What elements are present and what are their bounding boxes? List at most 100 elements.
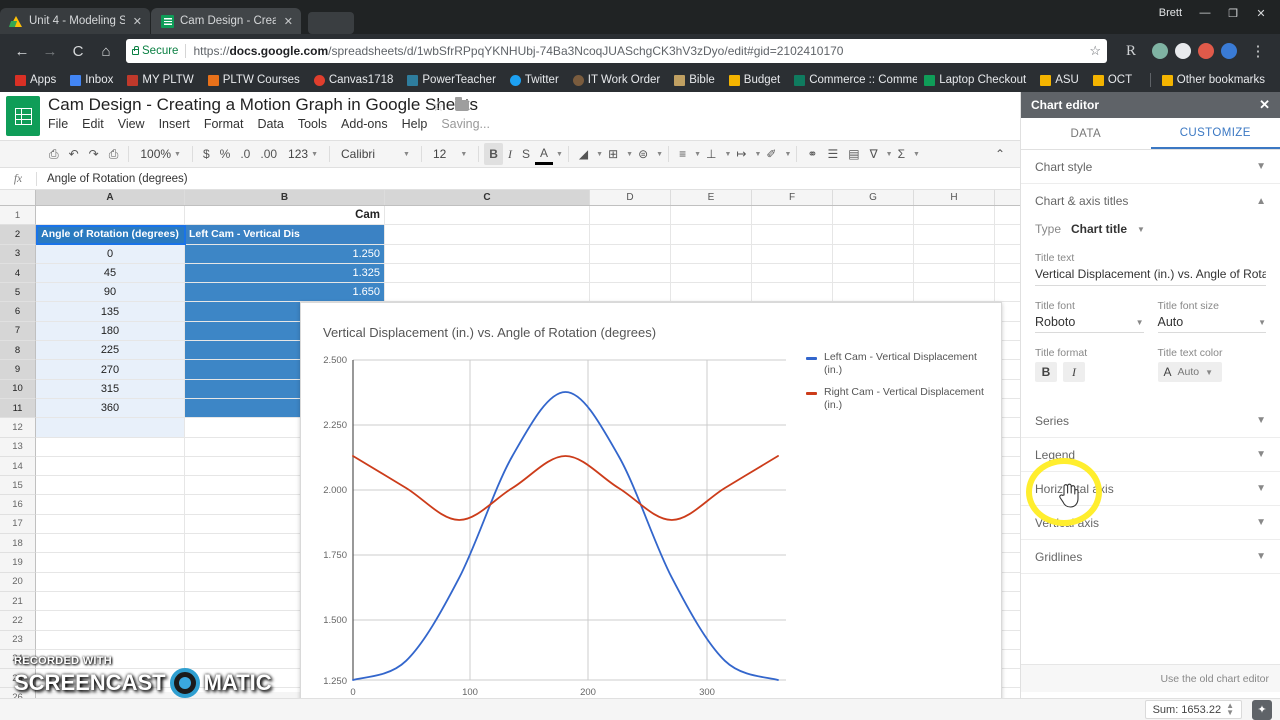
bookmark-item[interactable]: Apps [8, 74, 63, 86]
menu-view[interactable]: View [118, 117, 153, 131]
bookmark-item[interactable]: Canvas1718 [307, 74, 401, 86]
bookmark-item[interactable]: ASU [1033, 74, 1086, 86]
cell[interactable] [36, 514, 185, 534]
cell-left-cam[interactable]: 1.250 [185, 244, 385, 263]
legend-item[interactable]: Right Cam - Vertical Displacement (in.) [806, 386, 986, 412]
cell[interactable] [36, 476, 185, 495]
fill-color-icon[interactable]: ◢ [574, 143, 593, 165]
row-header[interactable]: 21 [0, 591, 36, 612]
cell[interactable] [385, 283, 590, 302]
cell[interactable] [590, 283, 671, 302]
chevron-down-icon[interactable]: ▼ [626, 151, 633, 158]
font-selector[interactable]: Calibri ▼ [335, 147, 416, 161]
close-icon[interactable]: ✕ [131, 15, 142, 28]
stepper-icon[interactable]: ▲ ▼ [1226, 702, 1234, 716]
cell-angle[interactable]: 135 [36, 302, 185, 321]
row-header[interactable]: 17 [0, 514, 36, 535]
cell-angle[interactable]: 360 [36, 398, 185, 418]
cell[interactable] [752, 263, 833, 283]
percent-icon[interactable]: % [215, 143, 236, 165]
cell[interactable] [752, 225, 833, 244]
row-header[interactable]: 4 [0, 263, 36, 284]
insert-comment-icon[interactable]: ☰ [822, 143, 843, 165]
cell-angle[interactable]: 45 [36, 263, 185, 283]
maximize-button[interactable]: ❐ [1220, 3, 1246, 23]
cell[interactable] [590, 225, 671, 244]
menu-edit[interactable]: Edit [82, 117, 112, 131]
section-chart-style[interactable]: Chart style ▼ [1021, 150, 1280, 184]
cell[interactable] [833, 283, 914, 302]
currency-icon[interactable]: $ [198, 143, 215, 165]
bookmark-item[interactable]: PLTW Courses [201, 74, 307, 86]
merge-cells-icon[interactable]: ⊜ [633, 143, 653, 165]
bookmark-item[interactable]: Bible [667, 74, 722, 86]
row-header[interactable]: 24 [0, 649, 36, 670]
browser-menu-icon[interactable]: ⋮ [1244, 37, 1272, 65]
reload-icon[interactable]: C [64, 37, 92, 65]
row-header[interactable]: 14 [0, 456, 36, 477]
window-user-label[interactable]: Brett [1159, 7, 1182, 19]
title-font-select[interactable]: Roboto ▼ [1035, 315, 1144, 333]
chevron-down-icon[interactable]: ▼ [1256, 517, 1266, 528]
section-series[interactable]: Series ▼ [1021, 404, 1280, 438]
cell[interactable] [833, 206, 914, 225]
other-bookmarks[interactable]: Other bookmarks [1155, 74, 1272, 86]
bookmark-item[interactable]: Commerce :: Comme [787, 74, 917, 86]
title-font-size-select[interactable]: Auto ▼ [1157, 315, 1266, 333]
column-header-e[interactable]: E [671, 190, 752, 205]
extension-tag-icon[interactable] [1198, 43, 1214, 59]
chevron-down-icon[interactable]: ▼ [1256, 551, 1266, 562]
cell[interactable] [36, 649, 185, 669]
cell-angle[interactable]: 180 [36, 321, 185, 341]
chevron-down-icon[interactable]: ▼ [1256, 161, 1266, 172]
vertical-align-icon[interactable]: ⊥ [701, 143, 721, 165]
browser-tab-2[interactable]: Cam Design - Creating a ✕ [151, 8, 301, 34]
star-icon[interactable]: ☆ [432, 98, 445, 115]
italic-button[interactable]: I [503, 143, 517, 165]
new-tab-button[interactable] [308, 12, 354, 34]
cell[interactable] [752, 206, 833, 225]
close-icon[interactable]: ✕ [1259, 97, 1270, 113]
title-type-row[interactable]: Type Chart title ▼ [1021, 218, 1280, 246]
cell[interactable] [36, 534, 185, 553]
cell[interactable] [752, 283, 833, 302]
section-vertical-axis[interactable]: Vertical axis ▼ [1021, 506, 1280, 540]
extension-circle-icon[interactable] [1175, 43, 1191, 59]
menu-insert[interactable]: Insert [159, 117, 198, 131]
column-header-g[interactable]: G [833, 190, 914, 205]
row-header[interactable]: 9 [0, 360, 36, 380]
cell[interactable] [36, 611, 185, 630]
cell[interactable] [385, 263, 590, 283]
formula-bar[interactable]: fx Angle of Rotation (degrees) [0, 168, 1020, 190]
cell-angle[interactable]: 90 [36, 283, 185, 302]
chevron-down-icon[interactable]: ▼ [1136, 318, 1144, 327]
cell[interactable] [36, 495, 185, 514]
title-text-input[interactable]: Vertical Displacement (in.) vs. Angle of… [1035, 267, 1266, 286]
section-legend[interactable]: Legend ▼ [1021, 438, 1280, 472]
table-row[interactable]: Angle of Rotation (degrees) Left Cam - V… [36, 225, 1020, 245]
cell[interactable] [671, 263, 752, 283]
cell-merged-title[interactable]: Cam [185, 206, 385, 225]
chevron-down-icon[interactable]: ▼ [1137, 225, 1145, 234]
column-header-b[interactable]: B [185, 190, 385, 205]
table-row[interactable]: 0 1.250 [36, 244, 1020, 264]
formula-input[interactable]: Angle of Rotation (degrees) [37, 173, 188, 185]
select-all-corner[interactable] [0, 190, 36, 205]
cell[interactable] [36, 669, 185, 688]
chevron-down-icon[interactable]: ▼ [754, 151, 761, 158]
strikethrough-button[interactable]: S [517, 143, 535, 165]
decrease-decimal-icon[interactable]: .0 [235, 143, 255, 165]
chevron-down-icon[interactable]: ▼ [1256, 483, 1266, 494]
cell[interactable] [833, 225, 914, 244]
page-title[interactable]: Cam Design - Creating a Motion Graph in … [48, 95, 478, 115]
cell[interactable] [914, 283, 995, 302]
text-color-icon[interactable]: A [534, 143, 553, 165]
cell-header-left-cam[interactable]: Left Cam - Vertical Dis [185, 225, 385, 244]
bookmark-star-icon[interactable]: ☆ [1089, 43, 1101, 59]
extension-drop-icon[interactable] [1152, 43, 1168, 59]
cell-angle[interactable]: 0 [36, 244, 185, 263]
cell[interactable] [36, 206, 185, 225]
cell[interactable] [671, 225, 752, 244]
row-header[interactable]: 25 [0, 669, 36, 689]
menu-file[interactable]: File [48, 117, 76, 131]
